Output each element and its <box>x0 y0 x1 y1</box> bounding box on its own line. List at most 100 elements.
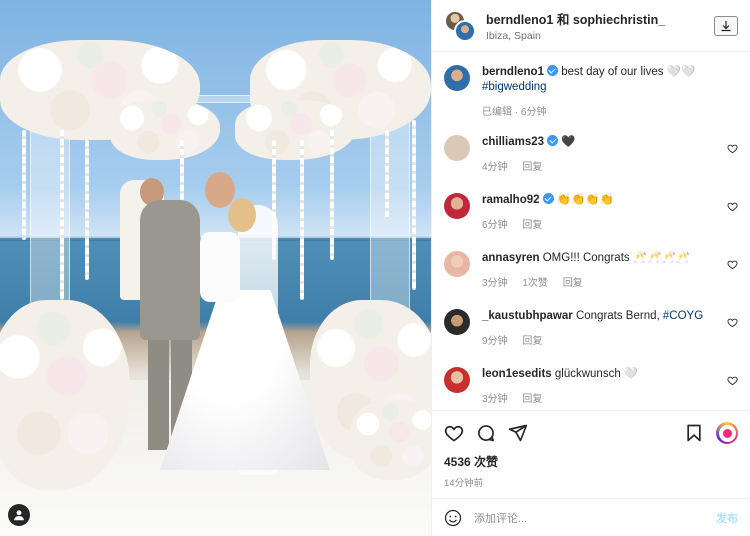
avatar <box>454 19 476 42</box>
drape <box>412 120 416 290</box>
post-authors[interactable]: berndleno1 和 sophiechristin_ <box>486 9 714 28</box>
avatar[interactable] <box>444 251 470 277</box>
drape <box>385 130 389 220</box>
edited-label: 已编辑 <box>482 107 512 118</box>
comment-like-heart-icon[interactable] <box>727 317 738 328</box>
verified-icon <box>546 65 558 76</box>
download-icon <box>721 20 731 31</box>
bride-head <box>228 198 256 232</box>
comment-text: chilliams23 🖤 <box>482 135 716 150</box>
comment-meta: 3分钟 1次赞 回复 <box>482 274 716 289</box>
story-ring-avatar[interactable] <box>716 422 738 444</box>
comment-time: 9分钟 <box>482 336 508 347</box>
bookmark-icon[interactable] <box>684 423 704 443</box>
collab-avatars[interactable] <box>444 9 478 42</box>
reply-button[interactable]: 回复 <box>522 394 542 405</box>
comment-item: _kaustubhpawar Congrats Bernd, #COYG 9分钟… <box>444 309 738 367</box>
comment-item: annasyren OMG!!! Congrats 🥂🥂🥂🥂 3分钟 1次赞 回… <box>444 251 738 309</box>
flowers-bottom-right-2 <box>350 400 431 480</box>
share-icon[interactable] <box>508 423 528 443</box>
comment-body: leon1esedits glückwunsch 🤍 3分钟 回复 <box>482 367 738 405</box>
comment-like-heart-icon[interactable] <box>727 375 738 386</box>
groom <box>140 200 200 340</box>
emoji-icon[interactable] <box>444 509 462 527</box>
comment-like-heart-icon[interactable] <box>727 201 738 212</box>
comment-time: 6分钟 <box>482 220 508 231</box>
avatar[interactable] <box>444 309 470 335</box>
download-button[interactable] <box>714 15 738 36</box>
comment-item: ramalho92 👏👏👏👏 6分钟 回复 <box>444 193 738 251</box>
caption: berndleno1 best day of our lives 🤍🤍 #big… <box>444 65 738 135</box>
comment-like-heart-icon[interactable] <box>727 143 738 154</box>
heart-icon[interactable] <box>444 423 464 443</box>
meta-separator: · <box>512 107 521 118</box>
comment-meta: 6分钟 回复 <box>482 216 716 231</box>
reply-button[interactable]: 回复 <box>522 220 542 231</box>
add-comment-bar: 添加评论... 发布 <box>432 498 750 536</box>
avatar[interactable] <box>444 367 470 393</box>
comment-message: 👏👏👏👏 <box>556 194 615 206</box>
comment-message: OMG!!! Congrats 🥂🥂🥂🥂 <box>542 252 691 264</box>
comment-time: 3分钟 <box>482 278 508 289</box>
drape <box>60 130 64 300</box>
hashtag-link[interactable]: #COYG <box>663 310 703 322</box>
reply-button[interactable]: 回复 <box>563 278 583 289</box>
tagged-users-button[interactable] <box>8 504 30 526</box>
comment-username[interactable]: _kaustubhpawar <box>482 310 573 322</box>
header-text: berndleno1 和 sophiechristin_ Ibiza, Spai… <box>486 9 714 42</box>
comment-text: annasyren OMG!!! Congrats 🥂🥂🥂🥂 <box>482 251 716 266</box>
comment-body: chilliams23 🖤 4分钟 回复 <box>482 135 738 173</box>
avatar <box>718 424 736 442</box>
hashtag-link[interactable]: #bigwedding <box>482 81 547 93</box>
comment-message: glückwunsch 🤍 <box>554 368 639 380</box>
avatar[interactable] <box>444 135 470 161</box>
verified-icon <box>547 135 559 146</box>
comment-text: _kaustubhpawar Congrats Bernd, #COYG <box>482 309 716 324</box>
comment-message: 🖤 <box>561 136 576 148</box>
comment-like-heart-icon[interactable] <box>727 259 738 270</box>
comment-icon[interactable] <box>476 423 496 443</box>
post-viewer: berndleno1 和 sophiechristin_ Ibiza, Spai… <box>0 0 750 536</box>
avatar[interactable] <box>444 65 470 91</box>
comment-username[interactable]: leon1esedits <box>482 368 552 380</box>
post-actions: 4536 次赞 14分钟前 <box>432 410 750 498</box>
comment-time: 3分钟 <box>482 394 508 405</box>
comment-text: leon1esedits glückwunsch 🤍 <box>482 367 716 382</box>
comment-input[interactable]: 添加评论... <box>474 510 716 526</box>
caption-message: best day of our lives 🤍🤍 <box>561 66 696 78</box>
user-icon <box>14 510 24 521</box>
post-comment-button[interactable]: 发布 <box>716 510 738 526</box>
likes-count[interactable]: 4536 次赞 <box>444 453 738 470</box>
groom-head <box>205 172 235 208</box>
avatar[interactable] <box>444 193 470 219</box>
caption-username[interactable]: berndleno1 <box>482 66 544 78</box>
post-time: 14分钟前 <box>444 478 484 489</box>
post-side-panel: berndleno1 和 sophiechristin_ Ibiza, Spai… <box>431 0 750 536</box>
comment-item: leon1esedits glückwunsch 🤍 3分钟 回复 <box>444 367 738 410</box>
verified-icon <box>542 193 554 204</box>
drape <box>330 130 334 260</box>
bride-bodice <box>200 232 240 302</box>
drape <box>180 140 184 200</box>
caption-body: berndleno1 best day of our lives 🤍🤍 #big… <box>482 65 738 118</box>
post-location[interactable]: Ibiza, Spain <box>486 30 714 42</box>
comment-username[interactable]: ramalho92 <box>482 194 540 206</box>
drape <box>300 140 304 300</box>
comments-list[interactable]: berndleno1 best day of our lives 🤍🤍 #big… <box>432 53 750 410</box>
comment-text: ramalho92 👏👏👏👏 <box>482 193 716 208</box>
reply-button[interactable]: 回复 <box>522 162 542 173</box>
comment-body: ramalho92 👏👏👏👏 6分钟 回复 <box>482 193 738 231</box>
caption-text: berndleno1 best day of our lives 🤍🤍 #big… <box>482 65 716 95</box>
comment-likes[interactable]: 1次赞 <box>522 278 548 289</box>
reply-button[interactable]: 回复 <box>522 336 542 347</box>
post-photo[interactable] <box>0 0 431 536</box>
comment-item: chilliams23 🖤 4分钟 回复 <box>444 135 738 193</box>
comment-username[interactable]: chilliams23 <box>482 136 544 148</box>
caption-meta: 已编辑 · 6分钟 <box>482 103 716 118</box>
comment-time: 4分钟 <box>482 162 508 173</box>
comment-message: Congrats Bernd, <box>575 310 663 322</box>
action-icons-row <box>444 421 738 445</box>
comment-meta: 3分钟 回复 <box>482 390 716 405</box>
post-header: berndleno1 和 sophiechristin_ Ibiza, Spai… <box>432 0 750 52</box>
comment-username[interactable]: annasyren <box>482 252 540 264</box>
